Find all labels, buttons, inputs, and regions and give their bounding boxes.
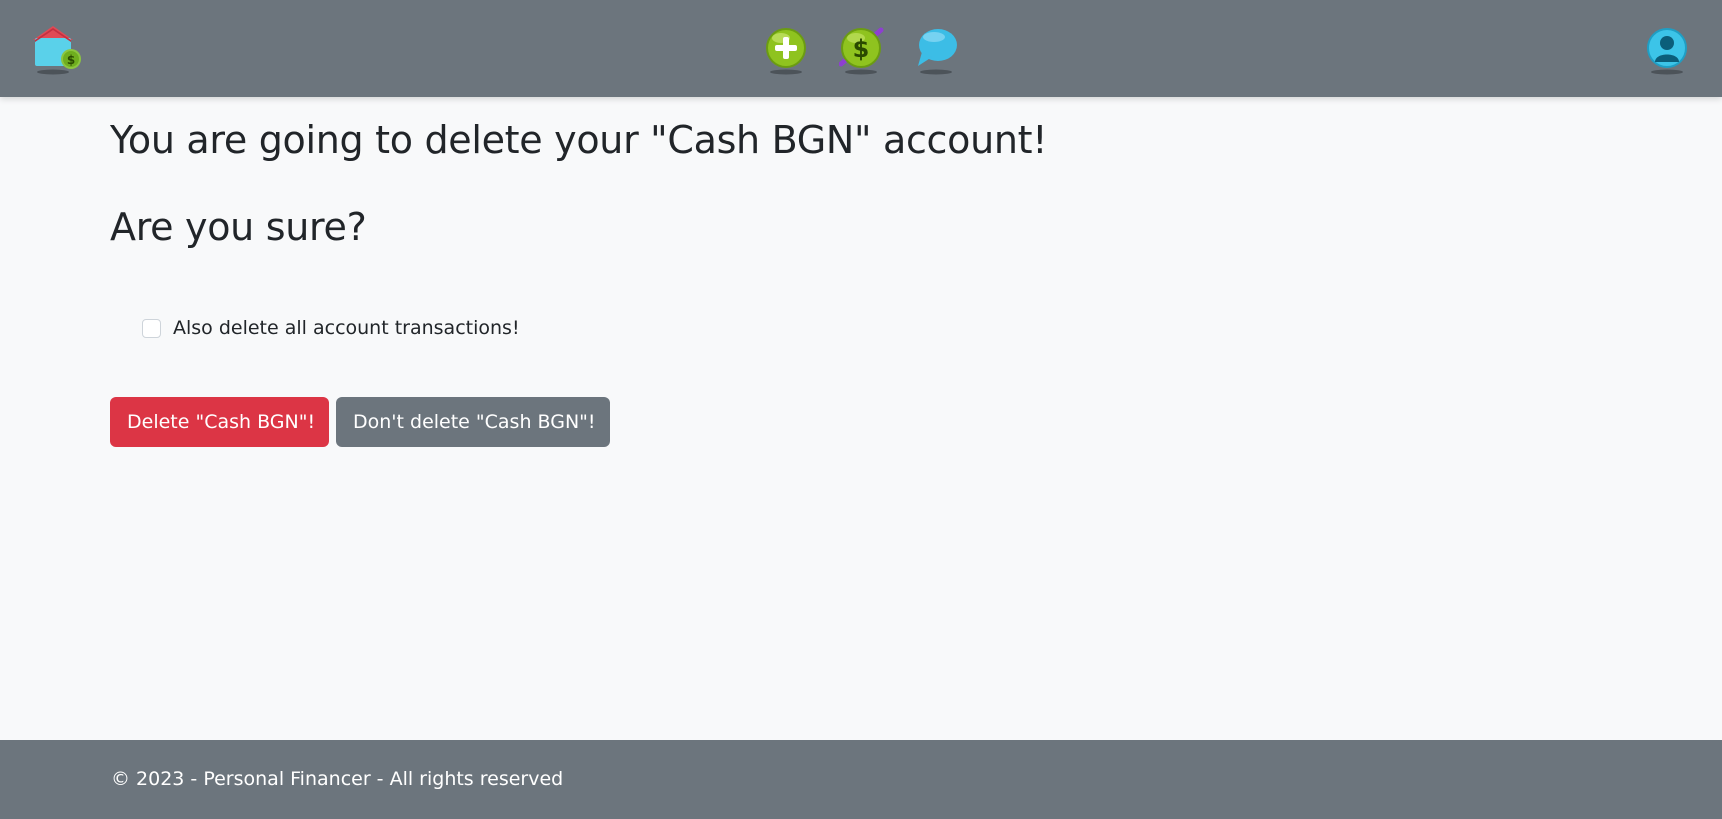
page-footer: © 2023 - Personal Financer - All rights …	[0, 740, 1722, 819]
cancel-delete-button[interactable]: Don't delete "Cash BGN"!	[336, 397, 610, 447]
dollar-circle-icon[interactable]: $	[839, 26, 885, 78]
house-dollar-icon[interactable]: $	[31, 24, 81, 76]
confirm-question: Are you sure?	[110, 205, 367, 249]
delete-transactions-checkbox[interactable]	[142, 318, 161, 338]
user-avatar-icon[interactable]	[1645, 26, 1691, 78]
delete-account-button[interactable]: Delete "Cash BGN"!	[110, 397, 329, 447]
delete-transactions-option[interactable]: Also delete all account transactions!	[142, 317, 520, 339]
svg-text:$: $	[67, 53, 75, 67]
copyright-text: © 2023 - Personal Financer - All rights …	[111, 768, 564, 790]
delete-transactions-label[interactable]: Also delete all account transactions!	[173, 317, 520, 339]
page-title: You are going to delete your "Cash BGN" …	[110, 118, 1048, 162]
svg-text:$: $	[853, 35, 870, 63]
top-navbar: $ $	[0, 0, 1722, 97]
speech-bubble-icon[interactable]	[914, 26, 960, 78]
plus-circle-icon[interactable]	[764, 26, 810, 78]
